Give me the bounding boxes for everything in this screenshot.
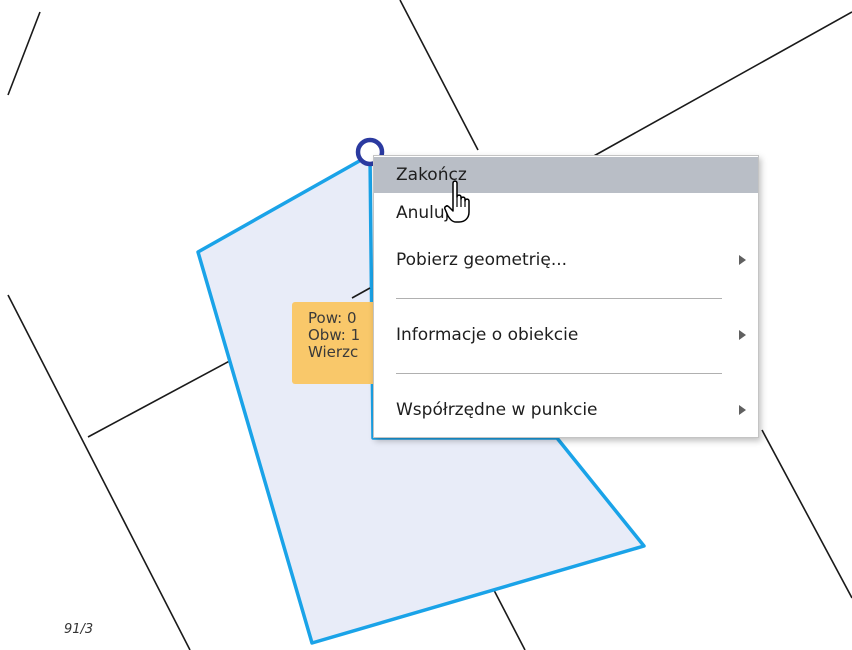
menu-item-object-info[interactable]: Informacje o obiekcie [374, 317, 758, 353]
parcel-boundary-line [7, 294, 191, 650]
parcel-number-label: 91/3 [64, 622, 94, 637]
menu-item-finish[interactable]: Zakończ [374, 157, 758, 193]
menu-separator [396, 373, 722, 374]
parcel-boundary-line [761, 429, 852, 599]
menu-item-coordinates[interactable]: Współrzędne w punkcie [374, 392, 758, 428]
tooltip-perimeter-line: Obw: 1 [308, 326, 361, 344]
parcel-boundary-line [399, 0, 479, 151]
menu-separator [396, 298, 722, 299]
submenu-arrow-icon [739, 330, 746, 340]
menu-item-get-geometry[interactable]: Pobierz geometrię... [374, 242, 758, 278]
context-menu: Zakończ Anuluj Pobierz geometrię... Info… [373, 155, 759, 438]
menu-item-cancel[interactable]: Anuluj [374, 195, 758, 231]
parcel-boundary-line [591, 11, 852, 158]
submenu-arrow-icon [739, 405, 746, 415]
menu-item-label: Anuluj [396, 203, 450, 223]
menu-item-label: Informacje o obiekcie [396, 325, 579, 345]
menu-item-label: Współrzędne w punkcie [396, 400, 598, 420]
parcel-boundary-line [7, 11, 41, 96]
submenu-arrow-icon [739, 255, 746, 265]
tooltip-area-line: Pow: 0 [308, 309, 357, 327]
measurement-tooltip: Pow: 0 Obw: 1 Wierzc [292, 302, 378, 384]
hand-pointer-icon [444, 180, 470, 223]
tooltip-vertices-line: Wierzc [308, 343, 359, 361]
menu-item-label: Pobierz geometrię... [396, 250, 568, 270]
